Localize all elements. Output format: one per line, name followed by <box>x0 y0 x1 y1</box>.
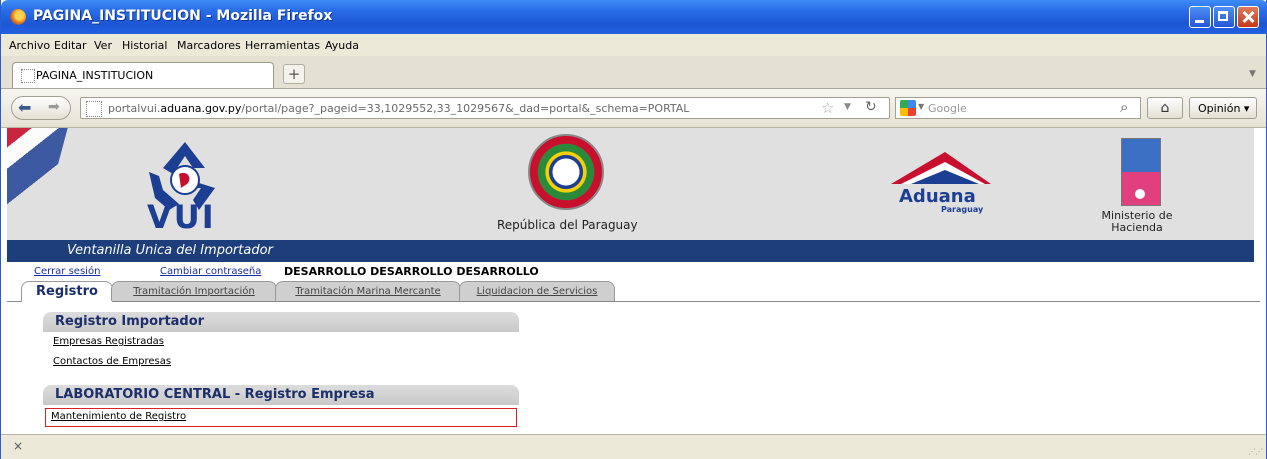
url-path: /portal/page?_pageid=33,1029552,33_10295… <box>241 102 690 115</box>
portal-subtitle: Ventanilla Unica del Importador <box>67 243 273 258</box>
flag-stripe-decoration <box>7 128 71 218</box>
navigation-bar: ⬅ ➡ portalvui.aduana.gov.py/portal/page?… <box>1 89 1266 128</box>
url-domain: aduana.gov.py <box>160 102 242 115</box>
close-addon-bar-icon[interactable]: × <box>13 439 23 453</box>
menu-bar: Archivo Editar Ver Historial Marcadores … <box>1 34 1266 56</box>
app-tab-bar: Registro Tramitación Importación Tramita… <box>7 281 1260 302</box>
url-text[interactable]: portalvui.aduana.gov.py/portal/page?_pag… <box>108 102 689 115</box>
search-magnifier-icon[interactable]: ⌕ <box>1120 98 1128 116</box>
minimize-button[interactable] <box>1189 6 1211 28</box>
aduana-logo-icon <box>891 152 991 184</box>
menu-herramientas[interactable]: Herramientas <box>245 39 320 52</box>
link-empresas-registradas[interactable]: Empresas Registradas <box>53 336 164 347</box>
back-forward-group: ⬅ ➡ <box>11 96 71 120</box>
browser-window: PAGINA_INSTITUCION - Mozilla Firefox Arc… <box>0 0 1267 459</box>
opinion-button[interactable]: Opinión ▾ <box>1189 97 1257 119</box>
history-dropdown-icon[interactable]: ▼ <box>844 102 851 112</box>
tab-registro[interactable]: Registro <box>21 281 113 302</box>
bookmark-star-icon[interactable]: ☆ <box>821 99 834 117</box>
resize-grip-icon[interactable]: ⋰⋰ <box>1248 447 1263 456</box>
change-password-link[interactable]: Cambiar contraseña <box>160 266 261 277</box>
engine-dropdown-icon[interactable]: ▼ <box>918 102 924 111</box>
new-tab-button[interactable]: + <box>283 64 305 84</box>
username: DESARROLLO DESARROLLO DESARROLLO <box>284 265 539 278</box>
menu-editar[interactable]: Editar <box>54 39 87 52</box>
window-title: PAGINA_INSTITUCION - Mozilla Firefox <box>33 8 333 24</box>
firefox-icon <box>10 9 26 25</box>
home-button[interactable]: ⌂ <box>1147 97 1183 119</box>
republic-label: República del Paraguay <box>497 218 638 232</box>
aduana-subtitle: Paraguay <box>941 205 984 214</box>
section-registro-importador: Registro Importador <box>43 312 519 332</box>
aduana-wordmark: Aduana <box>899 186 976 207</box>
title-bar: PAGINA_INSTITUCION - Mozilla Firefox <box>1 0 1267 34</box>
back-arrow-icon[interactable]: ⬅ <box>18 98 31 117</box>
menu-ver[interactable]: Ver <box>94 39 112 52</box>
status-bar: × ⋰⋰ <box>1 434 1266 459</box>
menu-ayuda[interactable]: Ayuda <box>325 39 359 52</box>
menu-archivo[interactable]: Archivo <box>9 39 50 52</box>
portal-subheader: Ventanilla Unica del Importador <box>7 240 1254 262</box>
close-window-button[interactable] <box>1237 6 1259 28</box>
page-favicon-icon <box>21 69 35 83</box>
opinion-label: Opinión <box>1198 102 1241 115</box>
link-mantenimiento-de-registro[interactable]: Mantenimiento de Registro <box>51 411 186 422</box>
menu-marcadores[interactable]: Marcadores <box>177 39 241 52</box>
ministry-label: Ministerio de Hacienda <box>1101 209 1173 234</box>
site-identity-icon[interactable] <box>86 101 102 117</box>
tab-liquidacion-de-servicios[interactable]: Liquidacion de Servicios <box>459 281 615 301</box>
browser-tab-label: PAGINA_INSTITUCION <box>36 69 154 82</box>
menu-historial[interactable]: Historial <box>122 39 167 52</box>
tab-tramitacion-marina-mercante[interactable]: Tramitación Marina Mercante <box>275 281 461 301</box>
paraguay-seal-icon <box>528 134 604 210</box>
tab-list-chevron-icon[interactable]: ▼ <box>1249 69 1256 79</box>
section-laboratorio-central: LABORATORIO CENTRAL - Registro Empresa <box>43 385 519 405</box>
tab-strip: PAGINA_INSTITUCION + ▼ <box>1 56 1266 89</box>
google-engine-icon[interactable] <box>900 100 916 116</box>
home-icon: ⌂ <box>1160 100 1170 116</box>
tab-tramitacion-importacion[interactable]: Tramitación Importación <box>111 281 277 301</box>
forward-arrow-icon[interactable]: ➡ <box>48 99 60 115</box>
search-bar[interactable]: ▼ Google ⌕ <box>895 97 1141 119</box>
ministry-logo-icon <box>1121 138 1161 206</box>
vui-wordmark: VUI <box>147 198 216 236</box>
url-prefix: portalvui. <box>108 102 161 115</box>
page-content: VUI República del Paraguay Aduana Paragu… <box>1 128 1266 434</box>
search-placeholder: Google <box>928 102 967 115</box>
maximize-button[interactable] <box>1213 6 1235 28</box>
browser-tab[interactable]: PAGINA_INSTITUCION <box>12 62 274 88</box>
portal-banner: VUI República del Paraguay Aduana Paragu… <box>7 128 1254 240</box>
logout-link[interactable]: Cerrar sesión <box>34 266 100 277</box>
reload-icon[interactable]: ↻ <box>865 99 877 115</box>
link-contactos-de-empresas[interactable]: Contactos de Empresas <box>53 356 171 367</box>
url-bar[interactable]: portalvui.aduana.gov.py/portal/page?_pag… <box>80 97 890 119</box>
